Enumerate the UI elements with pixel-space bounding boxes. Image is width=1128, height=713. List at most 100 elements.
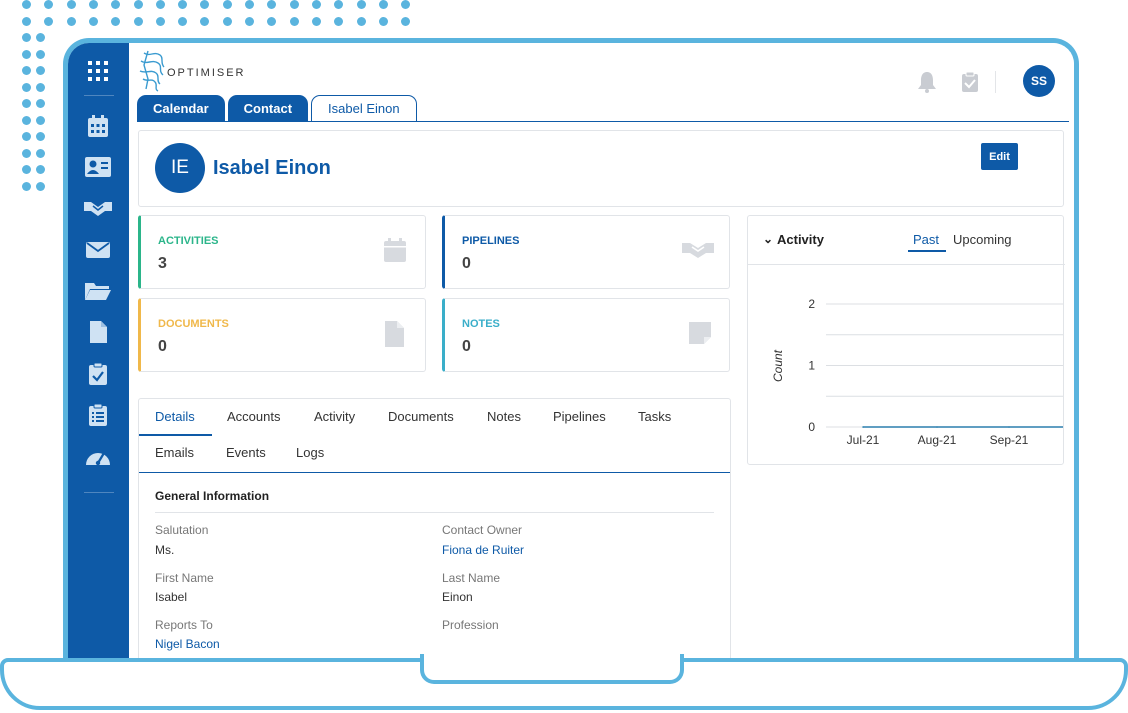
decor-dot [401,0,411,9]
chevron-down-icon[interactable]: ⌄ [763,232,773,246]
sidebar-divider [84,492,114,493]
chart-y-axis-label: Count [771,349,785,382]
decor-dot [289,0,299,9]
clipboard-list-icon[interactable] [83,402,113,428]
tab-activity[interactable]: Activity [314,409,355,424]
tab-isabel-einon[interactable]: Isabel Einon [311,95,417,122]
app-window: OPTIMISER SS Calendar Contact Isabel Ein… [68,43,1074,668]
chart-x-tick-label: Aug-21 [918,433,957,447]
decor-dot [178,17,188,26]
tab-tasks[interactable]: Tasks [638,409,671,424]
decor-dot [22,99,31,108]
section-divider [155,512,714,513]
handshake-icon [681,237,715,265]
tab-notes[interactable]: Notes [487,409,521,424]
laptop-screen: OPTIMISER SS Calendar Contact Isabel Ein… [63,38,1079,668]
decor-dot [22,132,31,141]
decor-dot [22,0,31,9]
contact-name: Isabel Einon [213,157,331,179]
stat-label: PIPELINES [462,235,520,247]
decor-dot [222,17,232,26]
activity-tab-upcoming[interactable]: Upcoming [953,232,1012,247]
activity-tab-indicator [908,250,946,252]
decor-dot [22,115,31,125]
field-value-last-name: Einon [442,590,473,604]
tab-events[interactable]: Events [226,445,266,460]
tab-bar: Calendar Contact Isabel Einon [137,95,417,122]
decor-dot [133,17,143,26]
clipboard-check-icon[interactable] [83,361,113,387]
mail-icon[interactable] [83,237,113,263]
document-icon[interactable] [83,319,113,345]
activity-title: Activity [777,232,824,247]
tab-contact[interactable]: Contact [227,95,309,122]
calendar-icon [383,237,409,265]
decor-dot [88,17,98,26]
decor-dot [334,17,344,26]
field-value-first-name: Isabel [155,590,188,604]
tab-pipelines[interactable]: Pipelines [553,409,606,424]
section-title: General Information [155,489,270,503]
tab-calendar[interactable]: Calendar [137,95,225,122]
decor-dot [267,0,277,9]
decor-dot [378,17,388,26]
edit-button[interactable]: Edit [981,143,1018,170]
profile-card: IE Isabel Einon Edit [138,130,1064,207]
decor-dot [36,33,45,42]
optimiser-logo: OPTIMISER [138,49,244,95]
field-value-reports-to[interactable]: Nigel Bacon [155,637,220,651]
chart-y-tick-label: 2 [808,297,815,311]
contact-card-icon[interactable] [83,154,113,180]
decor-dot [22,148,31,158]
main-content: OPTIMISER SS Calendar Contact Isabel Ein… [129,43,1074,668]
header-divider [995,71,996,93]
field-label-last-name: Last Name [442,571,501,585]
stat-card-pipelines[interactable]: PIPELINES 0 [442,215,730,289]
note-icon [687,320,713,348]
document-icon [383,320,409,348]
tab-logs[interactable]: Logs [296,445,324,460]
decor-dot [178,0,188,9]
field-value-contact-owner[interactable]: Fiona de Ruiter [442,543,524,557]
dashboard-gauge-icon[interactable] [83,443,113,469]
decor-dot [245,0,254,9]
bell-icon[interactable] [917,71,937,93]
details-tab-indicator [139,434,212,436]
decor-dot [155,0,165,9]
decor-dot [267,17,277,26]
stat-card-activities[interactable]: ACTIVITIES 3 [138,215,426,289]
calendar-icon[interactable] [83,113,113,139]
clipboard-check-icon[interactable] [961,71,981,93]
chart-y-tick-label: 1 [808,359,815,373]
decor-dot [155,17,165,26]
decor-dot [356,17,366,26]
handshake-icon[interactable] [83,195,113,221]
folder-icon[interactable] [83,278,113,304]
field-value-salutation: Ms. [155,543,175,557]
decor-dot [22,181,31,191]
contact-avatar: IE [155,143,205,193]
apps-grid-icon[interactable] [83,58,113,84]
tab-accounts[interactable]: Accounts [227,409,280,424]
activity-header: ⌄ Activity Past Upcoming [748,216,1065,265]
stat-value: 0 [462,255,471,272]
decor-dot [200,17,210,26]
tab-emails[interactable]: Emails [155,445,194,460]
decor-dot [334,0,344,9]
decor-dot [36,99,45,108]
tab-documents[interactable]: Documents [388,409,454,424]
sidebar [68,43,129,668]
activity-tab-past[interactable]: Past [913,232,939,247]
stat-card-notes[interactable]: NOTES 0 [442,298,730,372]
decor-dot [36,181,45,191]
decor-dot [36,115,45,125]
decor-dot [289,17,299,26]
user-avatar[interactable]: SS [1023,65,1055,97]
activity-chart: 0 1 2 Count Jul-21 Aug-21 Sep-21 [771,297,1063,447]
decor-dot [66,0,76,9]
sidebar-divider [84,95,114,96]
decor-dot [22,49,31,59]
tab-details[interactable]: Details [155,409,195,424]
decor-dot [111,17,121,26]
stat-card-documents[interactable]: DOCUMENTS 0 [138,298,426,372]
